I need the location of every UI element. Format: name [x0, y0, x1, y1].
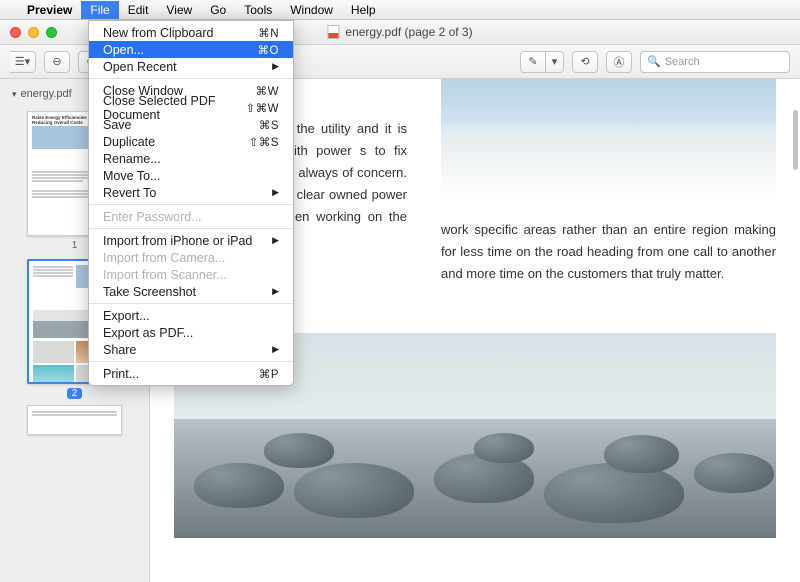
sidebar-toggle-button[interactable]: ☰▾	[10, 51, 36, 73]
menu-edit[interactable]: Edit	[119, 1, 158, 19]
menu-item-close-selected-pdf-document[interactable]: Close Selected PDF Document⇧⌘W	[89, 99, 293, 116]
thumbnail-number-2: 2	[8, 388, 141, 399]
menu-go[interactable]: Go	[201, 1, 235, 19]
traffic-lights	[0, 27, 57, 38]
menu-item-export[interactable]: Export...	[89, 307, 293, 324]
menu-item-revert-to[interactable]: Revert To▶	[89, 184, 293, 201]
sidebar-view-group: ☰▾	[10, 51, 36, 73]
menu-tools[interactable]: Tools	[235, 1, 281, 19]
right-column: work specific areas rather than an entir…	[441, 79, 776, 285]
menu-item-export-as-pdf[interactable]: Export as PDF...	[89, 324, 293, 341]
menu-item-enter-password: Enter Password...	[89, 208, 293, 225]
menu-item-share[interactable]: Share▶	[89, 341, 293, 358]
menu-help[interactable]: Help	[342, 1, 385, 19]
markup-group: ✎ ▾	[520, 51, 564, 73]
zoom-out-button[interactable]: ⊖	[44, 51, 70, 73]
search-placeholder: Search	[665, 56, 700, 68]
menu-item-print[interactable]: Print...⌘P	[89, 365, 293, 382]
search-field[interactable]: 🔍 Search	[640, 51, 790, 73]
menu-file[interactable]: File	[81, 1, 118, 19]
window-title-text: energy.pdf (page 2 of 3)	[345, 25, 472, 39]
mountain-image	[441, 79, 776, 197]
scrollbar-indicator[interactable]	[793, 110, 798, 170]
maximize-window-button[interactable]	[46, 27, 57, 38]
right-column-text: work specific areas rather than an entir…	[441, 219, 776, 285]
file-menu-dropdown: New from Clipboard⌘NOpen...⌘OOpen Recent…	[88, 20, 294, 386]
menu-item-duplicate[interactable]: Duplicate⇧⌘S	[89, 133, 293, 150]
menu-item-import-from-iphone-or-ipad[interactable]: Import from iPhone or iPad▶	[89, 232, 293, 249]
menu-item-new-from-clipboard[interactable]: New from Clipboard⌘N	[89, 24, 293, 41]
window-title: energy.pdf (page 2 of 3)	[327, 25, 472, 39]
highlight-button[interactable]: ✎	[520, 51, 546, 73]
menu-item-import-from-camera: Import from Camera...	[89, 249, 293, 266]
menu-item-rename[interactable]: Rename...	[89, 150, 293, 167]
app-name[interactable]: Preview	[18, 1, 81, 19]
menu-window[interactable]: Window	[281, 1, 342, 19]
highlight-menu-button[interactable]: ▾	[546, 51, 564, 73]
rotate-button[interactable]: ⟲	[572, 51, 598, 73]
search-icon: 🔍	[647, 55, 661, 68]
close-window-button[interactable]	[10, 27, 21, 38]
page-thumbnail-3[interactable]	[27, 405, 122, 435]
minimize-window-button[interactable]	[28, 27, 39, 38]
menu-item-import-from-scanner: Import from Scanner...	[89, 266, 293, 283]
menu-item-take-screenshot[interactable]: Take Screenshot▶	[89, 283, 293, 300]
pdf-icon	[327, 25, 339, 39]
markup-toolbar-button[interactable]: Ⓐ	[606, 51, 632, 73]
menu-item-move-to[interactable]: Move To...	[89, 167, 293, 184]
menu-item-open-recent[interactable]: Open Recent▶	[89, 58, 293, 75]
menu-item-open[interactable]: Open...⌘O	[89, 41, 293, 58]
system-menubar: Preview File Edit View Go Tools Window H…	[0, 0, 800, 20]
menu-view[interactable]: View	[157, 1, 201, 19]
